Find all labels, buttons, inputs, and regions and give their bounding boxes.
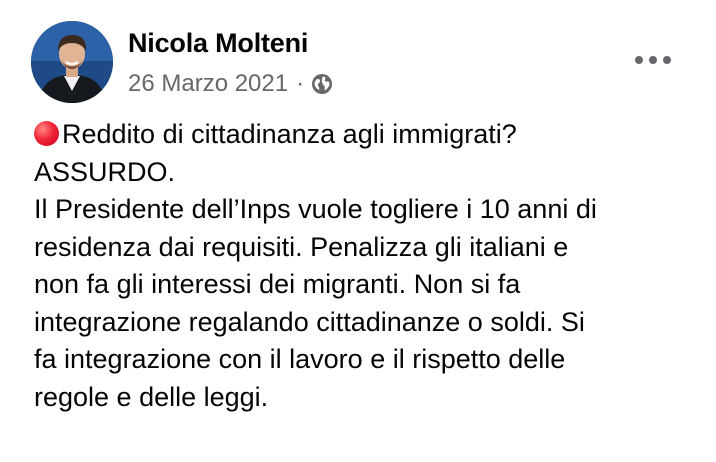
author-name[interactable]: Nicola Molteni: [128, 28, 308, 59]
post-text-line: Reddito di cittadinanza agli immigrati?: [34, 116, 694, 154]
post-text: Reddito di cittadinanza agli immigrati? …: [34, 116, 694, 416]
post-meta: 26 Marzo 2021 ·: [128, 70, 333, 98]
post-text-line: regole e delle leggi.: [34, 381, 269, 412]
more-options-icon[interactable]: [635, 50, 671, 70]
avatar-photo: [31, 21, 113, 103]
avatar[interactable]: [31, 21, 113, 103]
more-dot: [635, 56, 643, 64]
post-text-line: integrazione regalando cittadinanze o so…: [34, 306, 585, 337]
more-dot: [663, 56, 671, 64]
post-text-line: Il Presidente dell’Inps vuole togliere i…: [34, 194, 597, 224]
post-text-line: ASSURDO.: [34, 156, 176, 187]
meta-separator: ·: [296, 70, 305, 97]
globe-icon[interactable]: [311, 73, 333, 95]
facebook-post: Nicola Molteni 26 Marzo 2021 · Reddito d…: [0, 0, 716, 462]
more-dot: [649, 56, 657, 64]
post-date[interactable]: 26 Marzo 2021: [128, 70, 288, 98]
post-text-line: non fa gli interessi dei migranti. Non s…: [34, 269, 521, 299]
post-text-line: fa integrazione con il lavoro e il rispe…: [34, 344, 566, 374]
post-text-headline: Reddito di cittadinanza agli immigrati?: [62, 119, 517, 149]
red-circle-emoji: [34, 121, 59, 146]
post-text-line: residenza dai requisiti. Penalizza gli i…: [34, 231, 569, 262]
